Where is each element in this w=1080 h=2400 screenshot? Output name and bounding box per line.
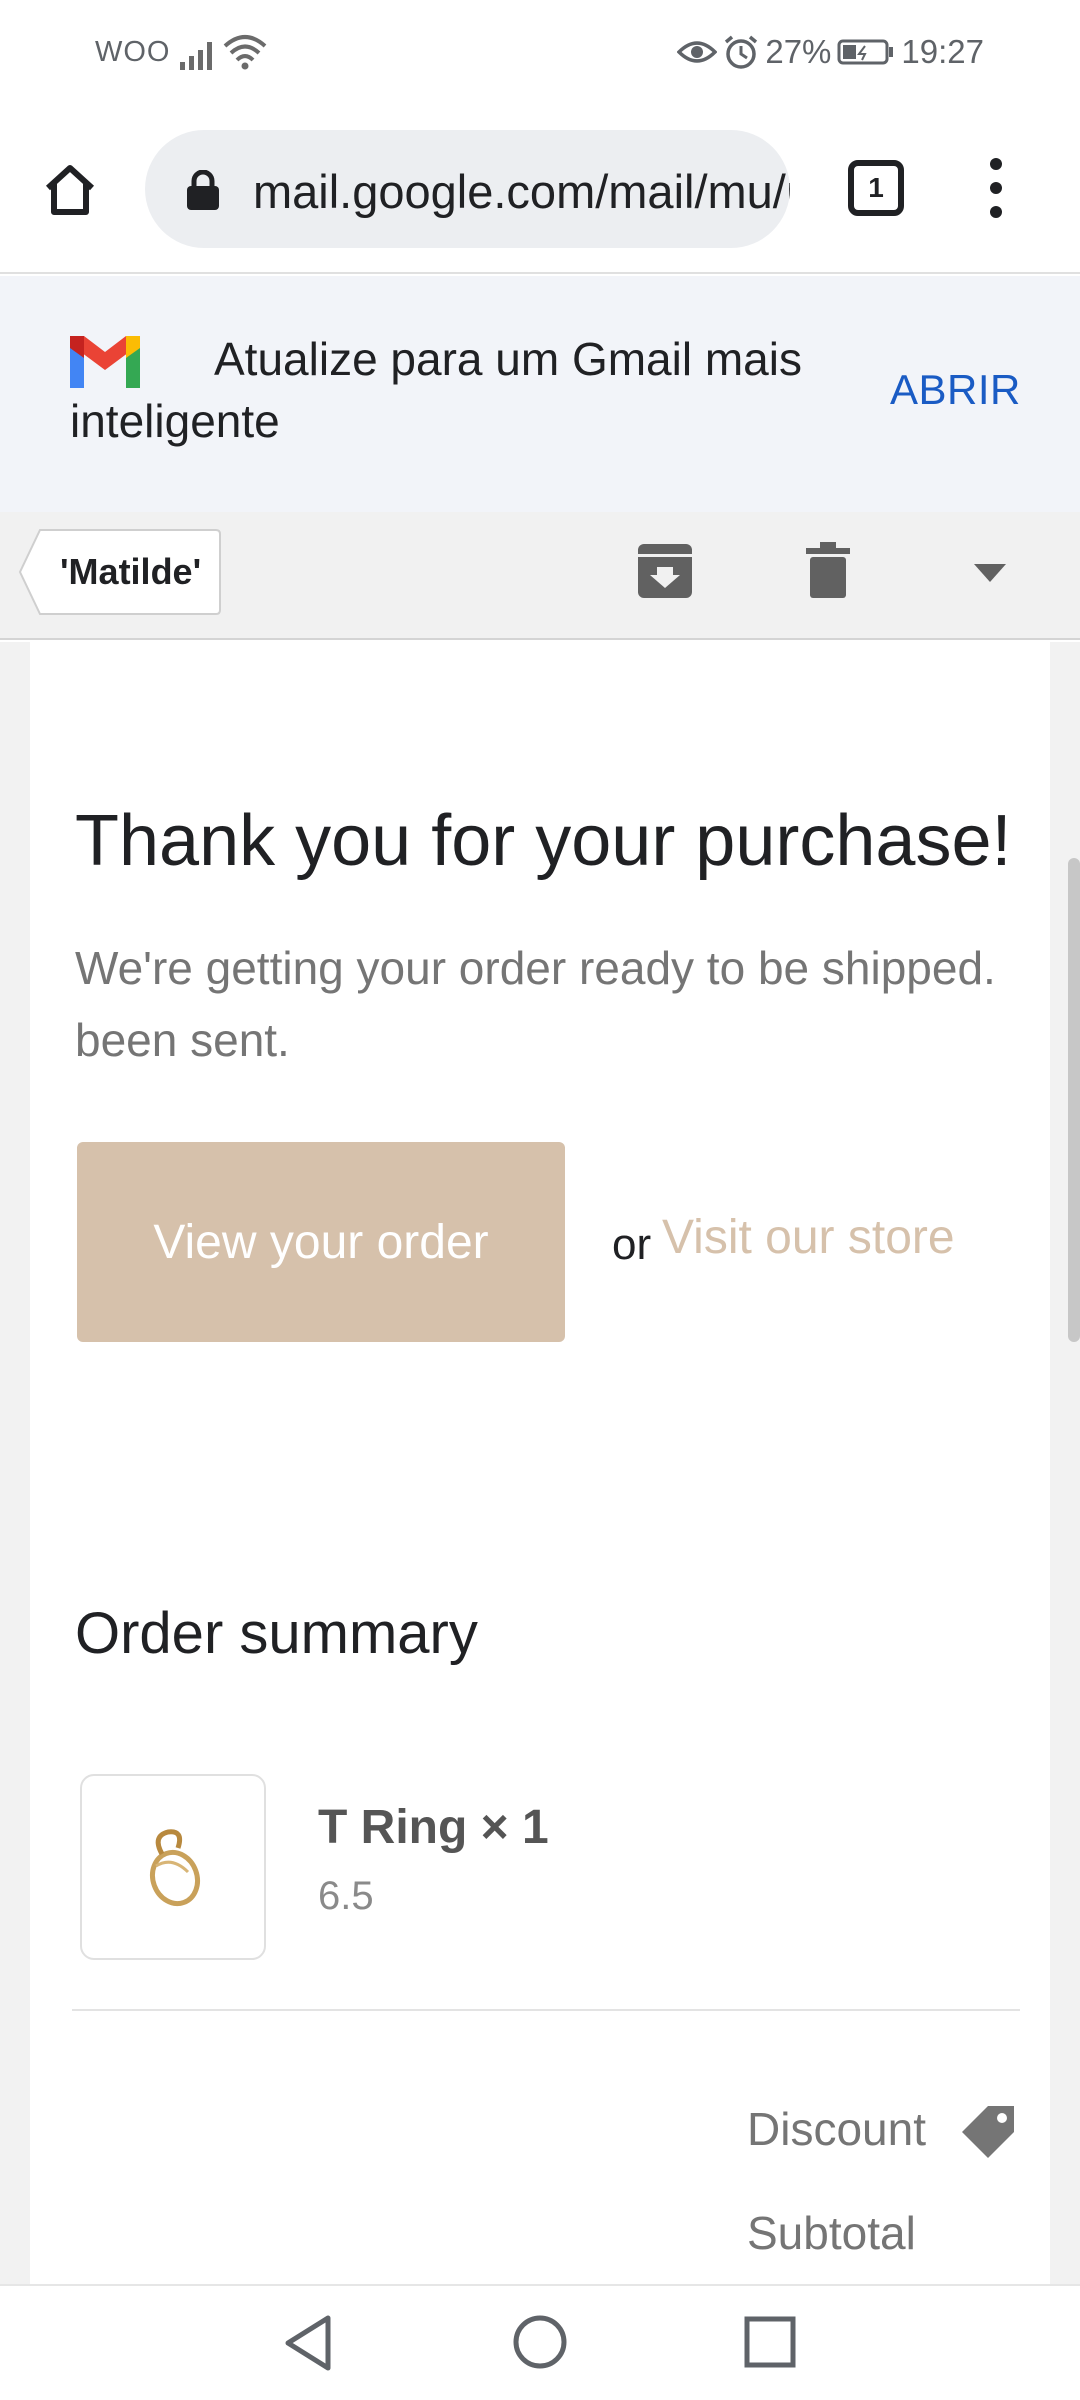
android-nav-bar <box>0 2284 1080 2400</box>
email-subtext-line2: been sent. <box>75 1014 290 1066</box>
email-card: Thank you for your purchase! We're getti… <box>30 642 1050 2284</box>
back-to-inbox-button[interactable]: 'Matilde' <box>18 528 222 616</box>
email-body-area: Thank you for your purchase! We're getti… <box>0 642 1080 2284</box>
order-summary-title: Order summary <box>75 1601 478 1666</box>
url-text: mail.google.com/mail/mu/mp <box>253 165 790 218</box>
product-name: T Ring × 1 <box>318 1801 549 1854</box>
home-circle-icon[interactable] <box>512 2314 568 2370</box>
eye-icon <box>677 41 718 63</box>
lock-icon <box>187 170 219 210</box>
back-triangle-icon[interactable] <box>282 2314 334 2372</box>
gmail-upgrade-banner: Atualize para um Gmail mais inteligente … <box>0 276 1080 512</box>
wifi-icon <box>223 35 267 70</box>
subtotal-label: Subtotal <box>747 2207 916 2259</box>
url-field[interactable]: mail.google.com/mail/mu/mp <box>145 130 790 248</box>
trash-icon[interactable] <box>806 540 850 600</box>
visit-store-link[interactable]: Visit our store <box>662 1210 955 1265</box>
home-icon[interactable] <box>40 160 100 220</box>
more-vert-icon[interactable] <box>980 156 1012 220</box>
alarm-icon <box>725 35 758 69</box>
signal-icon <box>180 42 212 70</box>
page-scrollbar[interactable] <box>1068 858 1080 1342</box>
email-heading: Thank you for your purchase! <box>75 801 1012 881</box>
status-bar: WOO 27% 19:27 <box>0 0 1080 100</box>
view-order-button[interactable]: View your order <box>77 1142 565 1342</box>
summary-divider <box>72 2009 1020 2011</box>
email-subtext-line1: We're getting your order ready to be shi… <box>75 942 996 994</box>
tabs-button[interactable]: 1 <box>848 160 904 216</box>
or-text: or <box>612 1220 652 1269</box>
clock-time: 19:27 <box>901 33 984 70</box>
recents-square-icon[interactable] <box>744 2316 796 2368</box>
product-thumbnail <box>80 1774 266 1960</box>
email-toolbar: 'Matilde' <box>0 512 1080 640</box>
discount-label: Discount <box>747 2103 926 2155</box>
open-app-button[interactable]: ABRIR <box>890 366 1021 414</box>
battery-icon <box>837 39 894 65</box>
carrier-label: WOO <box>95 36 171 68</box>
battery-percent: 27% <box>765 33 832 70</box>
dropdown-arrow-icon[interactable] <box>974 564 1006 582</box>
archive-icon[interactable] <box>636 540 694 600</box>
browser-address-bar: mail.google.com/mail/mu/mp 1 <box>0 100 1080 274</box>
status-right-group: 27% 19:27 <box>677 32 984 72</box>
tab-count: 1 <box>868 172 884 203</box>
banner-message: Atualize para um Gmail mais inteligente <box>70 333 802 447</box>
tag-icon <box>962 2106 1014 2158</box>
product-variant: 6.5 <box>318 1874 374 1918</box>
ring-image-icon <box>149 1829 201 1907</box>
back-label-text: 'Matilde' <box>60 551 202 592</box>
email-subtext: We're getting your order ready to be shi… <box>75 932 1065 1076</box>
